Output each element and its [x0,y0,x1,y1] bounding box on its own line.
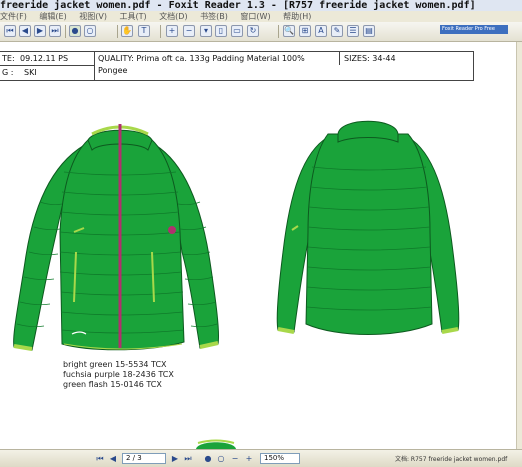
color-notes: bright green 15-5534 TCX fuchsia purple … [63,360,174,390]
next-page-icon[interactable]: ▶ [170,454,180,464]
menu-bar: 文件(F) 编辑(E) 视图(V) 工具(T) 文档(D) 书签(B) 窗口(W… [0,11,522,22]
menu-tools[interactable]: 工具(T) [120,11,147,22]
next-page-icon[interactable]: ▶ [34,25,46,37]
back-icon[interactable]: ● [69,25,81,37]
title-bar: freeride jacket women.pdf - Foxit Reader… [0,0,522,11]
menu-view[interactable]: 视图(V) [79,11,107,22]
color-note-fuchsia-purple: fuchsia purple 18-2436 TCX [63,370,174,379]
header-divider [0,65,94,66]
last-page-icon[interactable]: ⏭ [49,25,61,37]
vertical-scrollbar[interactable] [516,42,522,449]
bookmark-icon[interactable]: ⊞ [299,25,311,37]
hand-tool-icon[interactable]: ✋ [121,25,133,37]
category-value: SKI [24,68,37,77]
toolbar-separator [117,25,118,38]
spec-header: TE: 09.12.11 PS G : SKI QUALITY: Prima o… [0,51,474,81]
fit-page-icon[interactable]: ▯ [215,25,227,37]
zoom-out-icon[interactable]: − [230,454,240,464]
zoom-value: 150% [264,454,285,462]
jacket-back-illustration [276,120,460,335]
last-page-icon[interactable]: ⏭ [183,454,193,464]
zoom-menu-icon[interactable]: ▾ [200,25,212,37]
zoom-in-icon[interactable]: + [166,25,178,37]
continuous-icon[interactable]: ▤ [363,25,375,37]
toolbar: ⏮ ◀ ▶ ⏭ ● ○ ✋ T + − ▾ ▯ ▭ ↻ 🔍 ⊞ A ✎ ☰ ▤ … [0,22,522,42]
page-number-input[interactable]: 2 / 3 [122,453,166,464]
date-label: TE: [2,54,15,63]
date-value: 09.12.11 PS [20,54,69,63]
fit-width-icon[interactable]: ▭ [231,25,243,37]
jacket-front-illustration [13,124,220,351]
back-icon[interactable]: ● [203,454,213,464]
prev-page-icon[interactable]: ◀ [108,454,118,464]
menu-bookmarks[interactable]: 书签(B) [200,11,228,22]
next-page-peek [196,439,236,449]
quality-line-1: QUALITY: Prima oft ca. 133g Padding Mate… [98,54,305,63]
header-divider [339,52,340,65]
toolbar-separator [65,25,66,38]
sizes-text: SIZES: 34-44 [344,54,396,63]
promo-banner[interactable]: Foxit Reader Pro Free [440,25,508,34]
find-icon[interactable]: 🔍 [283,25,295,37]
typewriter-icon[interactable]: ✎ [331,25,343,37]
toolbar-separator [160,25,161,38]
text-viewer-icon[interactable]: A [315,25,327,37]
menu-help[interactable]: 帮助(H) [283,11,311,22]
status-doc-label: 文档: R757 freeride jacket women.pdf [395,456,508,463]
menu-edit[interactable]: 编辑(E) [39,11,66,22]
quality-line-2: Pongee [98,66,128,75]
color-note-green-flash: green flash 15-0146 TCX [63,380,162,389]
zoom-in-icon[interactable]: + [244,454,254,464]
first-page-icon[interactable]: ⏮ [4,25,16,37]
zoom-select[interactable]: 150% [260,453,300,464]
prev-page-icon[interactable]: ◀ [19,25,31,37]
page-number-value: 2 / 3 [126,454,142,462]
forward-icon[interactable]: ○ [216,454,226,464]
first-page-icon[interactable]: ⏮ [95,454,105,464]
zoom-out-icon[interactable]: − [183,25,195,37]
menu-window[interactable]: 窗口(W) [240,11,270,22]
category-label: G : [2,68,14,77]
menu-document[interactable]: 文档(D) [159,11,187,22]
promo-label: Foxit Reader Pro Free [442,26,495,32]
window-title: freeride jacket women.pdf - Foxit Reader… [0,0,476,11]
toolbar-separator [278,25,279,38]
rotate-icon[interactable]: ↻ [247,25,259,37]
header-divider [94,52,95,81]
menu-file[interactable]: 文件(F) [0,11,27,22]
select-text-icon[interactable]: T [138,25,150,37]
forward-icon[interactable]: ○ [84,25,96,37]
color-note-bright-green: bright green 15-5534 TCX [63,360,167,369]
document-page: TE: 09.12.11 PS G : SKI QUALITY: Prima o… [0,42,516,449]
layout-icon[interactable]: ☰ [347,25,359,37]
status-bar: ⏮ ◀ 2 / 3 ▶ ⏭ ● ○ − + 150% 文档: R757 free… [0,449,522,467]
